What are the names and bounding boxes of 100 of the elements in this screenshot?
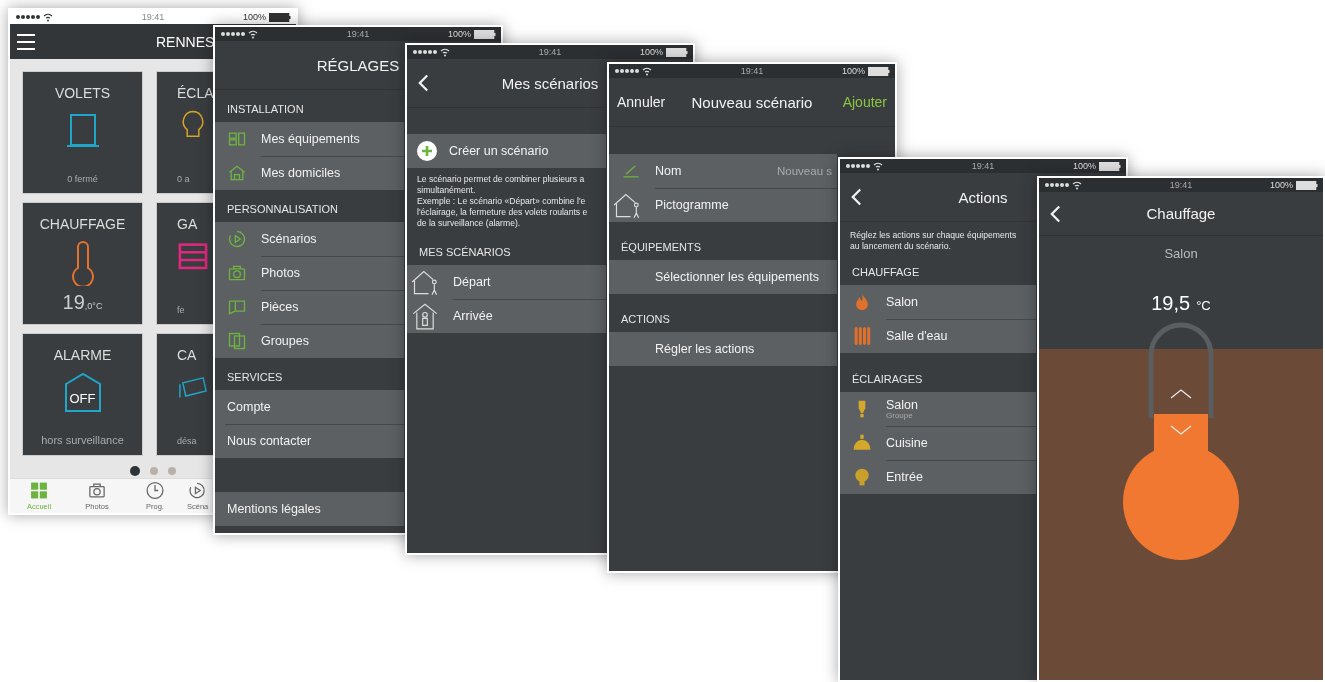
camera-icon — [87, 481, 107, 500]
screen-title: Actions — [958, 188, 1008, 206]
list-item[interactable]: Mentions légales — [215, 492, 404, 526]
list-item[interactable]: Salon Groupe — [840, 392, 1036, 426]
battery-percentage: 100% — [1269, 180, 1293, 190]
list-item[interactable]: Entrée — [840, 460, 1036, 494]
house-person-icon — [411, 302, 439, 330]
list-item[interactable]: Photos — [215, 256, 404, 290]
list-item[interactable]: Départ — [407, 265, 606, 299]
temperature-unit: ,0°C — [84, 301, 103, 311]
chevron-up-icon[interactable] — [1170, 389, 1192, 399]
device-tile[interactable]: VOLETS 0 fermé — [22, 71, 143, 194]
page-dot[interactable] — [168, 467, 176, 475]
battery-percentage: 100% — [447, 29, 471, 39]
menu-button[interactable] — [16, 32, 36, 51]
battery-percentage: 100% — [639, 47, 663, 57]
squares-icon — [227, 331, 247, 351]
list-item[interactable]: Arrivée — [407, 299, 606, 333]
house-person-icon — [411, 268, 439, 296]
screen-title: Nouveau scénario — [691, 93, 813, 111]
menu-icon — [16, 32, 36, 51]
house-icon — [227, 163, 247, 183]
cancel-button[interactable]: Annuler — [617, 94, 666, 110]
device-tile[interactable]: ÉCLA 0 a — [156, 71, 215, 194]
section-header: PERSONNALISATION — [226, 202, 340, 217]
back-icon — [850, 187, 863, 207]
list-item[interactable]: Sélectionner les équipements — [609, 260, 837, 294]
tile-status: hors surveillance — [41, 434, 124, 446]
tile-status: 0 a — [177, 174, 190, 184]
tile-title: ÉCLA — [177, 85, 214, 101]
back-button[interactable] — [1049, 203, 1062, 224]
tile-title: CA — [177, 347, 197, 363]
page-dot[interactable] — [150, 467, 158, 475]
status-time: 19:41 — [141, 12, 165, 22]
screen-title: RÉGLAGES — [316, 56, 400, 74]
tile-title: ALARME — [53, 347, 112, 363]
section-header: INSTALLATION — [226, 102, 305, 117]
back-button[interactable] — [850, 187, 863, 207]
list-item[interactable]: Pièces — [215, 290, 404, 324]
description-text: Réglez les actions sur chaque équipements au lancement du scénario. — [849, 229, 1018, 252]
create-scenario-button[interactable]: Créer un scénario — [407, 134, 606, 168]
battery-icon — [666, 47, 688, 57]
back-icon — [1049, 203, 1062, 224]
battery-percentage: 100% — [242, 12, 266, 22]
room-name: Salon — [1164, 246, 1198, 261]
tile-title: GA — [177, 216, 198, 232]
list-item[interactable]: Cuisine — [840, 426, 1036, 460]
signal-icon — [1044, 180, 1082, 190]
section-header: MES SCÉNARIOS — [418, 245, 512, 260]
radiator-icon — [852, 326, 872, 346]
battery-icon — [474, 29, 496, 39]
device-tile[interactable]: GA fe — [156, 202, 215, 325]
status-time: 19:41 — [971, 161, 995, 171]
list-item[interactable]: Salle d'eau — [840, 319, 1036, 353]
section-header: SERVICES — [226, 370, 284, 385]
battery-icon — [1099, 161, 1121, 171]
back-icon — [417, 73, 430, 93]
temperature-value: 19,5 — [1151, 292, 1191, 315]
description-text: Le scénario permet de combiner plusieurs a simultanément. Exemple : Le scénario «Départ» combine l'e l'éclairage, la fermeture des volets roulants e de la surveillance (alarme). — [416, 173, 589, 229]
list-item[interactable]: Mes équipements — [215, 122, 404, 156]
bulb-icon — [852, 467, 872, 487]
plus-icon — [417, 141, 437, 161]
battery-icon — [1296, 180, 1318, 190]
tile-title: CHAUFFAGE — [39, 216, 126, 232]
camera-icon — [227, 263, 247, 283]
tile-status: fe — [177, 305, 185, 315]
section-header: CHAUFFAGE — [851, 265, 921, 280]
signal-icon — [614, 66, 652, 76]
device-tile[interactable]: ALARME OFF hors surveillance — [22, 333, 143, 456]
battery-percentage: 100% — [1072, 161, 1096, 171]
alarm-state-label: OFF — [69, 391, 96, 406]
list-item[interactable]: Pictogramme — [609, 188, 837, 222]
lamp-icon — [852, 433, 872, 453]
list-item[interactable]: Groupes — [215, 324, 404, 358]
play-circle-icon — [187, 481, 207, 500]
device-tile[interactable]: CA désa — [156, 333, 215, 456]
tile-title: VOLETS — [54, 85, 111, 101]
list-item[interactable]: Mes domiciles — [215, 156, 404, 190]
list-item[interactable]: Compte — [215, 390, 404, 424]
section-header: ÉQUIPEMENTS — [620, 240, 703, 255]
screen-title: RENNES — [156, 33, 215, 50]
page-dot[interactable] — [130, 466, 140, 476]
house-person-icon — [613, 191, 641, 219]
list-item[interactable]: Nous contacter — [215, 424, 404, 458]
play-circle-icon — [227, 229, 247, 249]
back-button[interactable] — [417, 73, 430, 93]
status-time: 19:41 — [1169, 180, 1193, 190]
clock-icon — [145, 481, 165, 500]
battery-icon — [868, 66, 890, 76]
list-item[interactable]: Régler les actions — [609, 332, 837, 366]
signal-icon — [412, 47, 450, 57]
tile-status: désa — [177, 436, 197, 446]
device-tile[interactable]: CHAUFFAGE 19,0°C — [22, 202, 143, 325]
add-button[interactable]: Ajouter — [842, 94, 887, 110]
status-time: 19:41 — [740, 66, 764, 76]
list-item[interactable]: Scénarios — [215, 222, 404, 256]
temperature-value: 19 — [62, 291, 85, 314]
battery-icon — [269, 12, 291, 22]
status-time: 19:41 — [346, 29, 370, 39]
list-item[interactable]: Salon — [840, 285, 1036, 319]
